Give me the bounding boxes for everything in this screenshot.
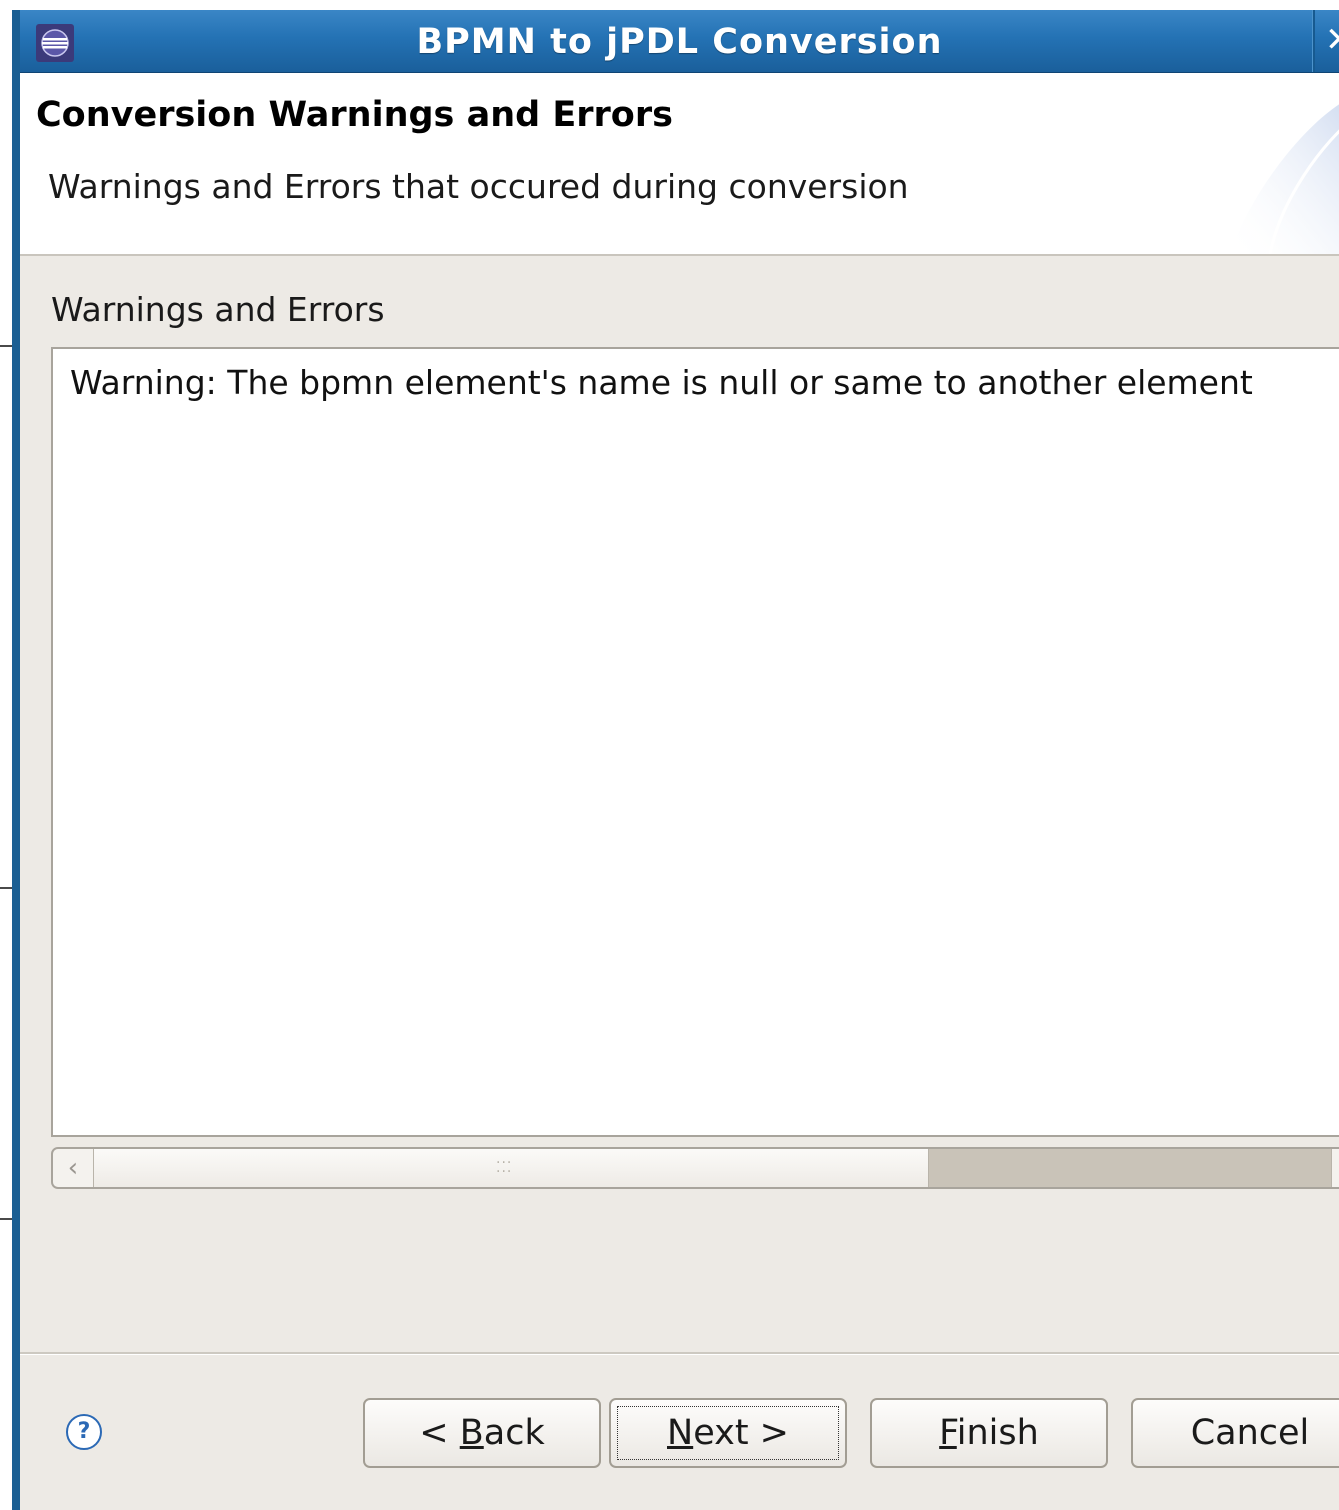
back-button-mnemonic: B: [459, 1413, 484, 1453]
wizard-header: Conversion Warnings and Errors Warnings …: [20, 73, 1339, 256]
messages-label: Warnings and Errors: [51, 290, 385, 329]
footer-divider: [20, 1352, 1339, 1355]
messages-text-area[interactable]: Warning: The bpmn element's name is null…: [51, 347, 1339, 1137]
chevron-left-icon[interactable]: ‹: [53, 1149, 94, 1187]
page-description: Warnings and Errors that occured during …: [48, 167, 909, 206]
help-icon[interactable]: ?: [66, 1414, 102, 1450]
titlebar-divider: [1312, 10, 1315, 72]
finish-button-rest: inish: [956, 1413, 1039, 1453]
finish-button[interactable]: Finish: [870, 1398, 1108, 1468]
next-button[interactable]: Next >: [609, 1398, 847, 1468]
scrollbar-thumb[interactable]: ··· ···: [94, 1149, 929, 1187]
background-window-edge: [0, 0, 12, 1510]
chevron-right-icon[interactable]: [1331, 1149, 1339, 1187]
window-title: BPMN to jPDL Conversion: [416, 22, 943, 62]
back-button[interactable]: < Back: [363, 1398, 601, 1468]
cancel-button-label: Cancel: [1190, 1413, 1310, 1453]
next-button-mnemonic: N: [667, 1413, 694, 1453]
back-button-rest: ack: [483, 1413, 545, 1453]
wizard-banner-graphic: [1230, 104, 1339, 254]
horizontal-scrollbar[interactable]: ‹ ··· ···: [51, 1147, 1339, 1189]
wizard-dialog: BPMN to jPDL Conversion ✕ Conversion War…: [12, 10, 1339, 1510]
finish-button-mnemonic: F: [939, 1413, 957, 1453]
back-button-prefix: <: [419, 1413, 460, 1453]
title-bar[interactable]: BPMN to jPDL Conversion ✕: [20, 10, 1339, 73]
close-icon[interactable]: ✕: [1325, 20, 1339, 60]
page-title: Conversion Warnings and Errors: [36, 95, 673, 135]
grip-icon: ··· ···: [496, 1155, 513, 1180]
next-button-rest: ext >: [693, 1413, 789, 1453]
message-line: Warning: The bpmn element's name is null…: [70, 363, 1253, 402]
cancel-button[interactable]: Cancel: [1131, 1398, 1339, 1468]
